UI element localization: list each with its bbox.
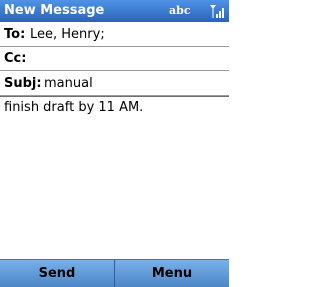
send-softkey[interactable]: Send [0,260,114,287]
to-label: To: [4,27,26,42]
input-mode-indicator[interactable]: abc [169,4,191,17]
to-field[interactable]: To: Lee, Henry; [0,23,229,47]
status-indicators: abc [167,3,225,19]
message-body[interactable]: finish draft by 11 AM. [0,96,229,258]
cc-field[interactable]: Cc: [0,47,229,71]
signal-strength-icon [210,5,224,18]
title-bar: New Message abc [0,0,229,22]
softkey-bar: Send Menu [0,259,229,287]
subject-value[interactable]: manual [44,73,93,95]
to-recipient-value[interactable]: Lee, Henry; [30,24,105,46]
subject-field[interactable]: Subj: manual [0,72,229,96]
cc-label: Cc: [4,51,27,66]
subject-label: Subj: [4,76,42,91]
menu-softkey[interactable]: Menu [115,260,229,287]
window-title: New Message [4,3,105,18]
new-message-screen: New Message abc To: Lee, Henry; Cc: Subj… [0,0,229,287]
